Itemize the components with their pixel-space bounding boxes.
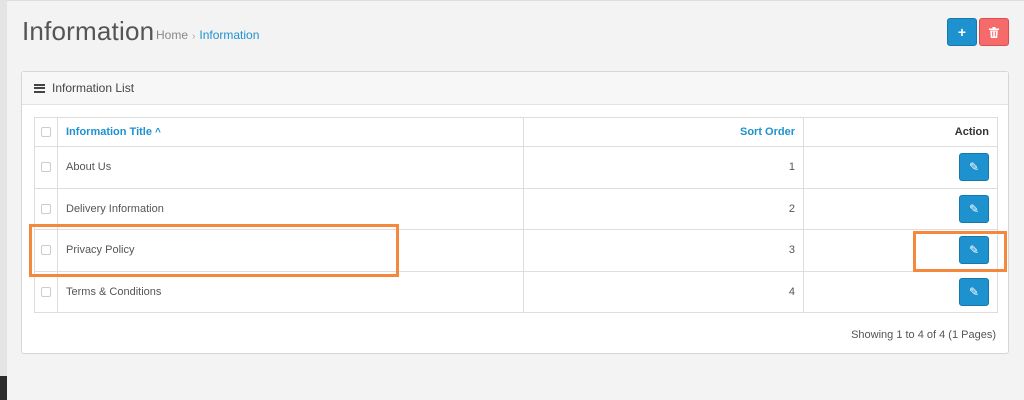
table-header-row: Information Title ^ Sort Order Action [34,117,998,147]
row-checkbox[interactable] [41,162,51,173]
panel-heading: Information List [22,72,1008,105]
row-checkbox[interactable] [41,286,51,297]
breadcrumb-separator-icon: › [192,31,196,42]
pencil-icon: ✎ [968,160,980,175]
edit-button[interactable]: ✎ [959,277,989,306]
column-action-label: Action [954,126,989,138]
select-all-cell [34,117,58,147]
select-all-checkbox[interactable] [41,127,51,138]
table-row: Privacy Policy 3 ✎ [34,229,998,272]
row-sort-order: 3 [523,229,804,272]
delete-button[interactable] [979,18,1009,46]
row-action-cell: ✎ [803,146,998,189]
left-edge-dark [0,376,7,400]
column-header-action: Action [803,117,998,147]
breadcrumb-information[interactable]: Information [199,28,259,42]
list-icon [34,82,45,94]
edit-button[interactable]: ✎ [959,194,989,223]
column-header-sort-order[interactable]: Sort Order [523,117,804,147]
page-title: Information [22,16,155,46]
top-border [7,0,1024,1]
pencil-icon: ✎ [968,284,980,299]
row-title: Privacy Policy [57,229,524,272]
row-select-cell [34,270,58,313]
row-action-cell: ✎ [803,270,998,313]
left-edge [0,0,7,400]
row-action-cell: ✎ [803,187,998,230]
information-table: Information Title ^ Sort Order Action Ab… [34,117,998,313]
row-action-cell: ✎ [803,229,998,272]
page-header: Information Home › Information + [22,14,1010,54]
row-title: About Us [57,146,524,189]
table-row: Delivery Information 2 ✎ [34,187,998,230]
sort-asc-icon: ^ [155,127,161,138]
plus-icon: + [957,24,967,40]
table-row: Terms & Conditions 4 ✎ [34,270,998,313]
row-select-cell [34,146,58,189]
panel-title: Information List [52,81,135,95]
row-title: Delivery Information [57,187,524,230]
edit-button[interactable]: ✎ [959,236,989,265]
trash-icon [989,26,999,38]
row-sort-order: 4 [523,270,804,313]
edit-button[interactable]: ✎ [959,153,989,182]
row-checkbox[interactable] [41,245,51,256]
pencil-icon: ✎ [968,243,980,258]
row-select-cell [34,229,58,272]
row-title: Terms & Conditions [57,270,524,313]
pencil-icon: ✎ [968,201,980,216]
information-list-panel: Information List Information Title ^ Sor… [21,71,1009,354]
row-checkbox[interactable] [41,203,51,214]
breadcrumb-home[interactable]: Home [156,28,188,42]
column-header-title[interactable]: Information Title ^ [57,117,524,147]
breadcrumb: Home › Information [156,28,259,42]
column-sort-label: Sort Order [739,126,795,138]
row-select-cell [34,187,58,230]
pagination-summary: Showing 1 to 4 of 4 (1 Pages) [851,329,996,341]
column-title-label: Information Title [66,126,152,138]
row-sort-order: 1 [523,146,804,189]
row-sort-order: 2 [523,187,804,230]
table-row: About Us 1 ✎ [34,146,998,189]
add-button[interactable]: + [947,18,977,46]
